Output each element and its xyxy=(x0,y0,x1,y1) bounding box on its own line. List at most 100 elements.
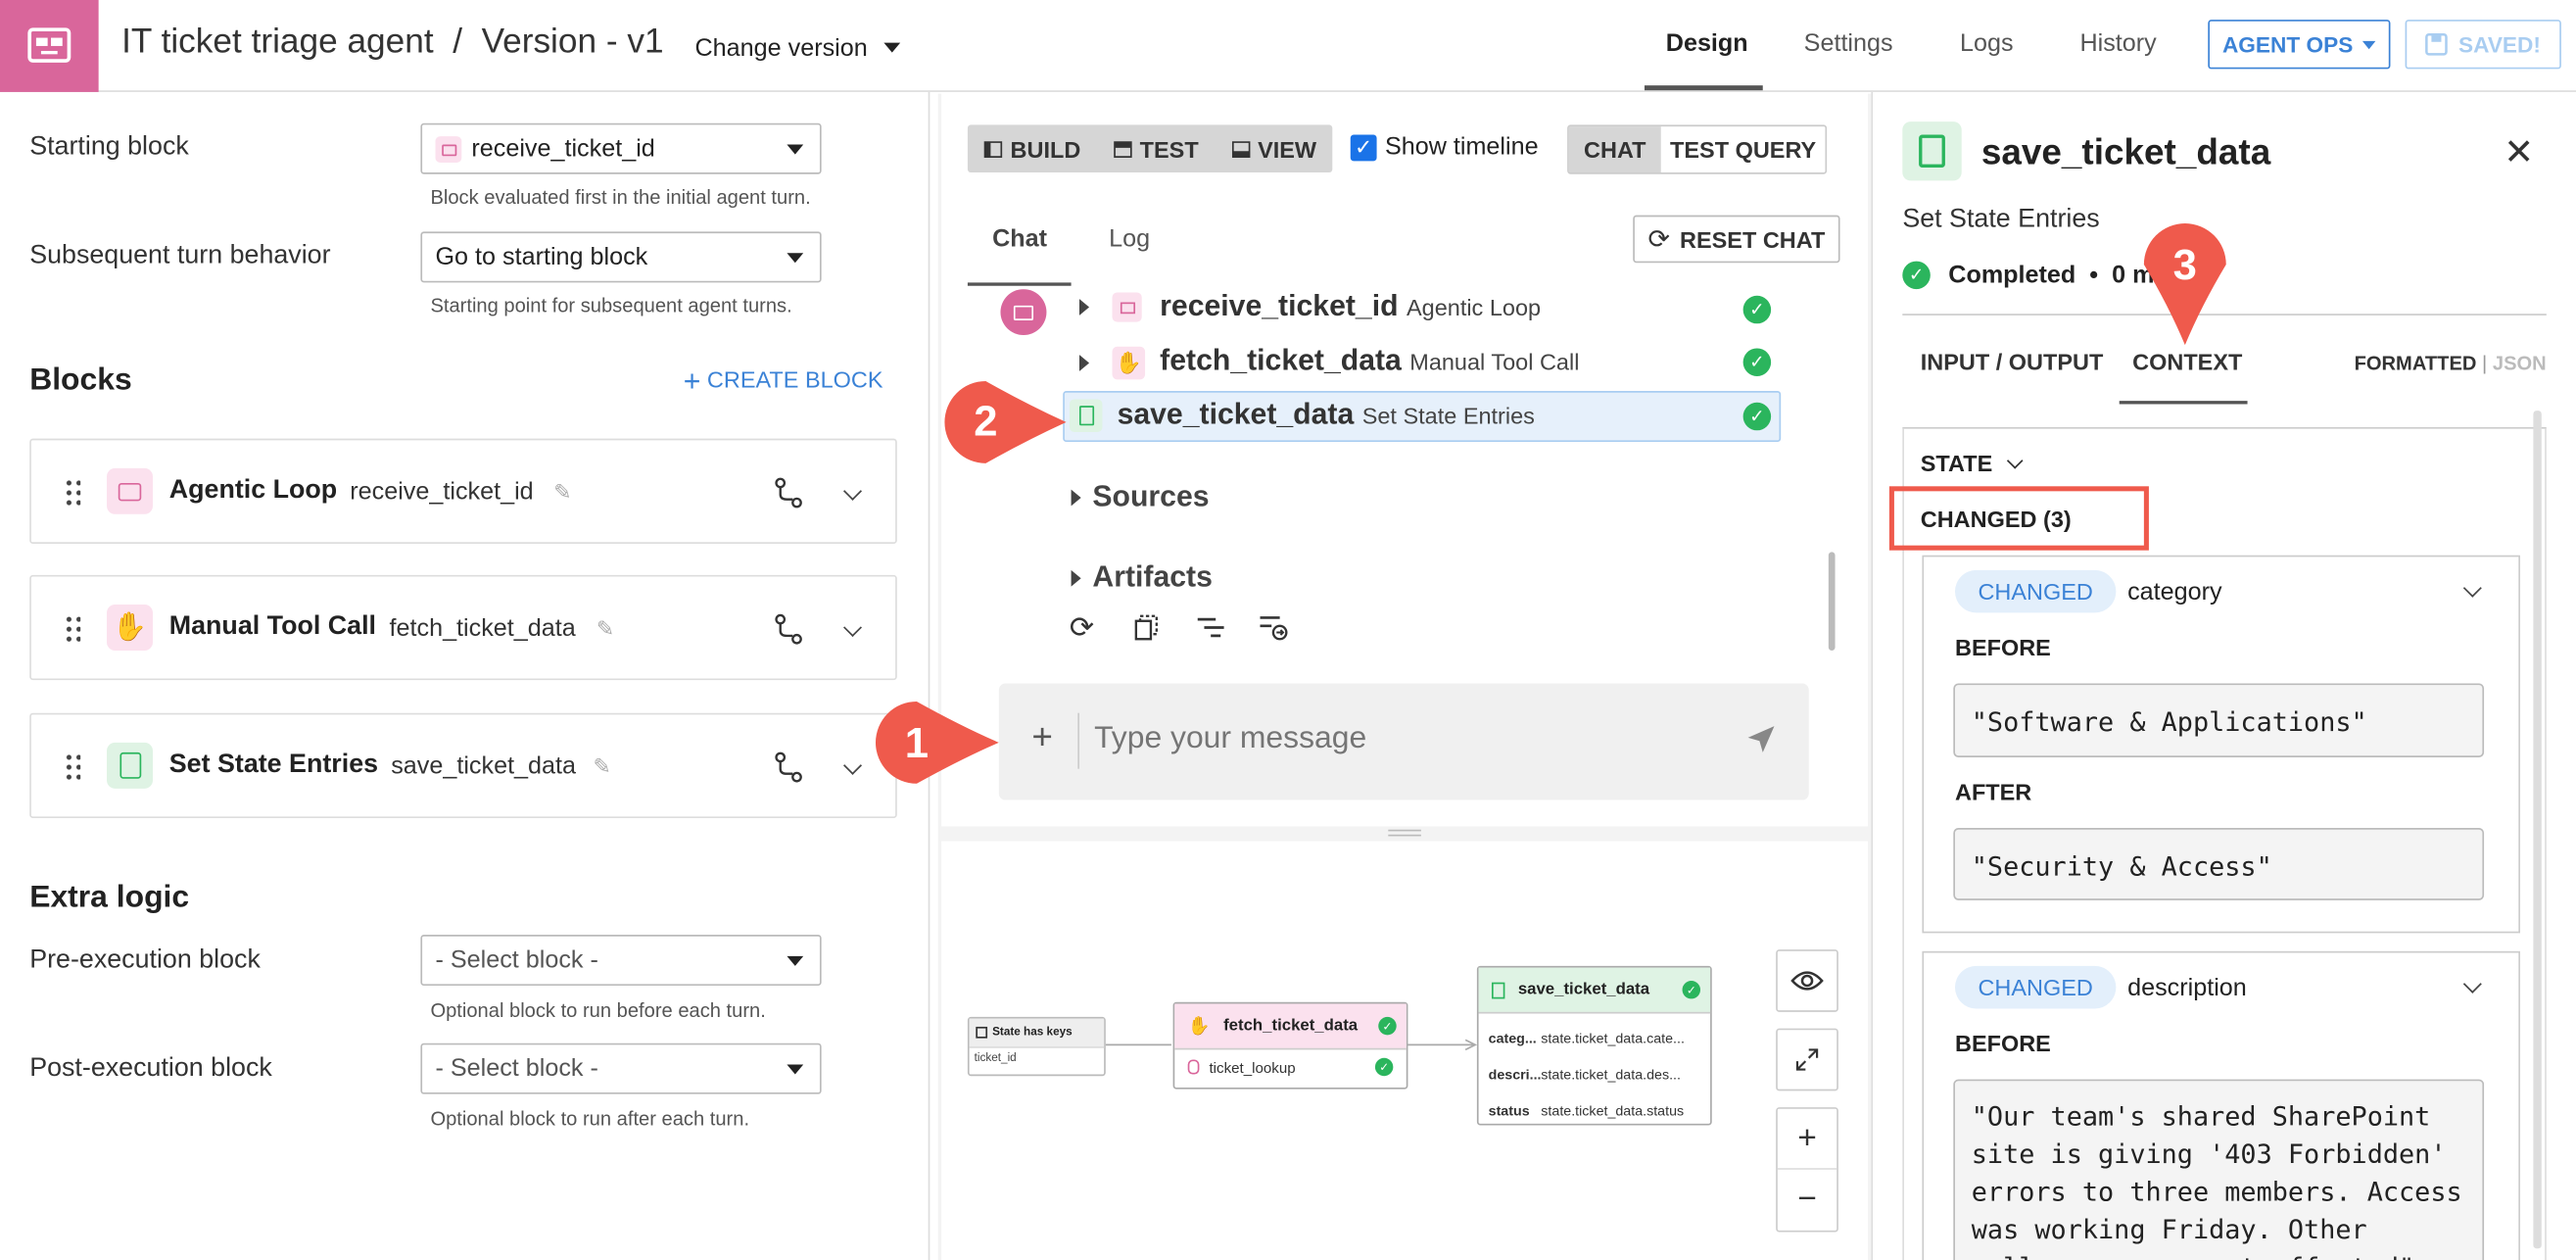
block-card-agentic-loop[interactable]: Agentic Loop receive_ticket_id ✎ xyxy=(29,438,897,544)
fit-view-button[interactable] xyxy=(1776,1028,1838,1091)
check-icon: ✓ xyxy=(1682,980,1701,999)
book-icon xyxy=(107,742,153,789)
toggle-visibility-button[interactable] xyxy=(1776,949,1838,1012)
starting-block-hint: Block evaluated first in the initial age… xyxy=(430,185,811,209)
show-timeline-checkbox[interactable]: ✓ xyxy=(1350,134,1377,162)
send-to-list-icon[interactable] xyxy=(1259,614,1288,641)
block-card-manual-tool-call[interactable]: ✋ Manual Tool Call fetch_ticket_data ✎ xyxy=(29,574,897,681)
block-type: Manual Tool Call xyxy=(168,612,376,641)
drag-handle-icon[interactable] xyxy=(64,477,81,509)
subsequent-turn-select[interactable]: Go to starting block xyxy=(420,231,822,283)
chevron-down-icon[interactable] xyxy=(2462,578,2482,598)
starting-block-select[interactable]: receive_ticket_id xyxy=(420,122,822,174)
blocks-title: Blocks xyxy=(29,363,132,398)
left-divider[interactable] xyxy=(928,91,930,1260)
regenerate-icon[interactable]: ⟳ xyxy=(1070,611,1094,646)
graph-node-state-keys[interactable]: State has keys ticket_id xyxy=(967,1016,1106,1077)
timeline-item-fetch[interactable]: fetch_ticket_data Manual Tool Call xyxy=(1160,343,1579,377)
chevron-down-icon[interactable] xyxy=(843,481,863,501)
nav-logs[interactable]: Logs xyxy=(1960,29,2014,58)
timeline-item-save[interactable]: save_ticket_data Set State Entries xyxy=(1118,398,1535,432)
formatted-option[interactable]: FORMATTED xyxy=(2355,352,2477,374)
pre-execution-hint: Optional block to run before each turn. xyxy=(430,998,766,1022)
tab-context[interactable]: CONTEXT xyxy=(2132,348,2242,374)
details-scrollbar[interactable] xyxy=(2533,411,2542,1249)
reset-chat-button[interactable]: ⟳ RESET CHAT xyxy=(1633,215,1840,264)
sources-toggle[interactable]: Sources xyxy=(1092,480,1209,514)
timeline-icon[interactable] xyxy=(1196,616,1225,639)
agent-title[interactable]: IT ticket triage agent xyxy=(121,23,434,61)
message-input[interactable] xyxy=(1094,709,1719,769)
chevron-down-icon[interactable] xyxy=(843,755,863,775)
change-key: description xyxy=(2127,974,2247,1002)
nav-settings[interactable]: Settings xyxy=(1804,29,1893,58)
tab-input-output[interactable]: INPUT / OUTPUT xyxy=(1921,348,2104,374)
status-separator: • xyxy=(2089,261,2099,290)
test-button[interactable]: TEST xyxy=(1097,124,1215,172)
timeline-item-receive[interactable]: receive_ticket_id Agentic Loop xyxy=(1160,289,1541,323)
chat-mode-button[interactable]: CHAT xyxy=(1568,126,1661,173)
view-button[interactable]: VIEW xyxy=(1215,124,1332,172)
format-toggle: FORMATTED | JSON xyxy=(2355,352,2547,374)
tab-chat[interactable]: Chat xyxy=(992,225,1047,254)
chevron-down-icon[interactable] xyxy=(843,618,863,637)
agent-ops-button[interactable]: AGENT OPS xyxy=(2208,20,2391,70)
chat-mode-toggle: CHAT TEST QUERY xyxy=(1567,124,1828,174)
pre-execution-select[interactable]: - Select block - xyxy=(420,935,822,987)
pencil-icon[interactable]: ✎ xyxy=(596,616,614,643)
details-title: save_ticket_data xyxy=(1980,131,2271,173)
state-icon xyxy=(976,1026,988,1039)
caret-down-icon xyxy=(787,253,804,264)
build-button[interactable]: BUILD xyxy=(968,124,1097,172)
caret-right-icon[interactable] xyxy=(1078,299,1090,315)
caret-down-icon xyxy=(883,42,901,53)
tab-log[interactable]: Log xyxy=(1109,225,1150,254)
zoom-out-button[interactable]: − xyxy=(1778,1170,1837,1231)
json-option[interactable]: JSON xyxy=(2493,352,2547,374)
node-row: categ... state.ticket_data.cate... xyxy=(1489,1020,1700,1056)
drag-handle-icon[interactable] xyxy=(64,751,81,783)
refresh-icon: ⟳ xyxy=(1647,225,1670,255)
pencil-icon[interactable]: ✎ xyxy=(553,480,571,507)
before-value-category[interactable]: "Software & Applications" xyxy=(1953,683,2485,757)
callout-3: 3 xyxy=(2172,238,2197,289)
drag-handle-icon[interactable] xyxy=(64,614,81,645)
post-execution-label: Post-execution block xyxy=(29,1054,272,1083)
block-card-set-state-entries[interactable]: Set State Entries save_ticket_data ✎ xyxy=(29,712,897,818)
zoom-in-button[interactable]: + xyxy=(1777,1109,1837,1170)
route-icon[interactable] xyxy=(774,751,803,784)
chat-scrollbar[interactable] xyxy=(1828,552,1836,651)
chevron-down-icon[interactable] xyxy=(2462,974,2482,993)
pencil-icon[interactable]: ✎ xyxy=(594,754,611,781)
nav-history[interactable]: History xyxy=(2079,29,2156,58)
close-icon[interactable]: ✕ xyxy=(2504,131,2534,174)
saved-button[interactable]: SAVED! xyxy=(2405,20,2561,70)
caret-right-icon[interactable] xyxy=(1078,355,1090,371)
send-icon[interactable] xyxy=(1744,723,1778,756)
copy-icon[interactable] xyxy=(1133,614,1160,641)
attach-plus-icon[interactable]: + xyxy=(1031,716,1053,759)
nav-design[interactable]: Design xyxy=(1666,29,1748,58)
post-execution-select[interactable]: - Select block - xyxy=(420,1042,822,1094)
route-icon[interactable] xyxy=(774,476,803,509)
resize-handle[interactable] xyxy=(1388,829,1421,837)
version-title: Version - v1 xyxy=(481,23,664,62)
chat-transcript: receive_ticket_id Agentic Loop ✓ ✋ fetch… xyxy=(941,289,1829,651)
before-value-description[interactable]: "Our team's shared SharePoint site is gi… xyxy=(1953,1079,2485,1260)
node-title: State has keys xyxy=(992,1026,1073,1039)
graph-node-fetch-ticket-data[interactable]: ✋ fetch_ticket_data ✓ ticket_lookup ✓ xyxy=(1172,1001,1408,1090)
artifacts-toggle[interactable]: Artifacts xyxy=(1092,560,1212,595)
pre-execution-value: - Select block - xyxy=(435,945,598,975)
test-label: TEST xyxy=(1139,135,1199,163)
route-icon[interactable] xyxy=(774,612,803,646)
graph-node-save-ticket-data[interactable]: save_ticket_data ✓ categ... state.ticket_d… xyxy=(1476,965,1712,1126)
after-value-category[interactable]: "Security & Access" xyxy=(1953,828,2485,900)
caret-right-icon[interactable] xyxy=(1071,489,1081,507)
test-query-button[interactable]: TEST QUERY xyxy=(1661,126,1826,172)
app-logo[interactable] xyxy=(0,0,99,92)
change-version-dropdown[interactable]: Change version xyxy=(694,34,901,63)
state-toggle[interactable]: STATE xyxy=(1921,450,2024,476)
changed-badge: CHANGED xyxy=(1954,569,2117,613)
create-block-button[interactable]: + CREATE BLOCK xyxy=(684,364,883,399)
caret-right-icon[interactable] xyxy=(1071,569,1081,587)
